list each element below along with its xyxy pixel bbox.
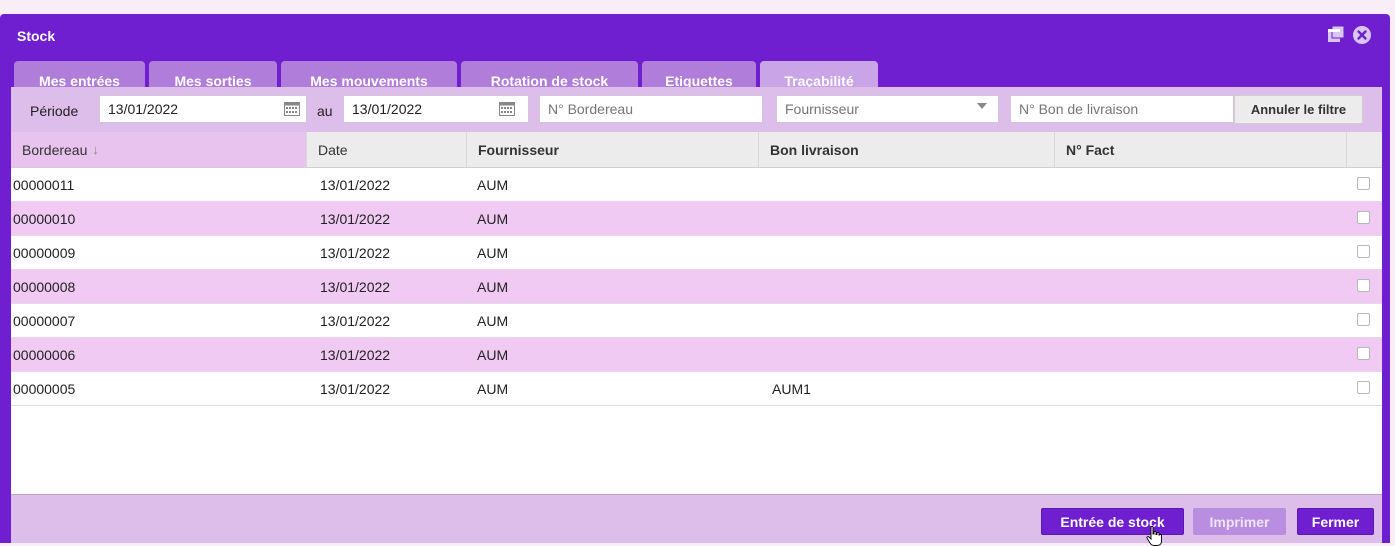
col-label: Date [318, 141, 348, 158]
content-panel: Période 13/01/2022 au 13/01/2022 N° Bord… [11, 87, 1382, 529]
clear-filter-button[interactable]: Annuler le filtre [1234, 95, 1363, 124]
cell-date: 13/01/2022 [320, 381, 391, 397]
cell-date: 13/01/2022 [320, 245, 391, 261]
table-row[interactable]: 00000010 13/01/2022 AUM [11, 202, 1382, 236]
table-row[interactable]: 00000005 13/01/2022 AUM AUM1 [11, 372, 1382, 406]
fermer-button[interactable]: Fermer [1297, 508, 1374, 535]
table-row[interactable]: 00000006 13/01/2022 AUM [11, 338, 1382, 372]
table-header: Bordereau ↓ Date Fournisseur Bon livrais… [11, 132, 1382, 168]
cell-fournisseur: AUM [477, 245, 509, 261]
bon-livraison-input[interactable]: N° Bon de livraison [1010, 95, 1234, 123]
window-title: Stock [17, 28, 56, 44]
cell-fournisseur: AUM [477, 177, 509, 193]
col-fournisseur[interactable]: Fournisseur [467, 132, 759, 167]
cell-date: 13/01/2022 [320, 211, 391, 227]
bordereau-input[interactable]: N° Bordereau [539, 95, 763, 123]
cell-date: 13/01/2022 [320, 279, 391, 295]
cell-bordereau: 00000006 [13, 347, 76, 363]
cell-fournisseur: AUM [477, 381, 509, 397]
row-checkbox[interactable] [1357, 245, 1370, 258]
row-checkbox[interactable] [1357, 211, 1370, 224]
cell-bordereau: 00000008 [13, 279, 76, 295]
title-bar: Stock [0, 14, 1390, 58]
cell-fournisseur: AUM [477, 347, 509, 363]
arrow-down-icon: ↓ [92, 142, 99, 157]
col-bon-livraison[interactable]: Bon livraison [759, 132, 1055, 167]
entree-de-stock-button[interactable]: Entrée de stock [1041, 508, 1184, 535]
close-window-icon[interactable] [1352, 25, 1372, 45]
cell-date: 13/01/2022 [320, 177, 391, 193]
au-label: au [317, 103, 333, 119]
footer-bar: Entrée de stock Imprimer Fermer [11, 494, 1382, 543]
chevron-down-icon[interactable] [977, 102, 987, 110]
table-row[interactable]: 00000007 13/01/2022 AUM [11, 304, 1382, 338]
cell-bordereau: 00000005 [13, 381, 76, 397]
hand-cursor-icon [1146, 526, 1162, 546]
calendar-icon[interactable] [284, 102, 300, 116]
cell-date: 13/01/2022 [320, 347, 391, 363]
row-checkbox[interactable] [1357, 279, 1370, 292]
cell-bordereau: 00000009 [13, 245, 76, 261]
date-from-input[interactable]: 13/01/2022 [99, 95, 307, 123]
restore-window-icon[interactable] [1327, 25, 1345, 43]
row-checkbox[interactable] [1357, 381, 1370, 394]
table-body: 00000011 13/01/2022 AUM 00000010 13/01/2… [11, 168, 1382, 406]
cell-bordereau: 00000011 [13, 177, 75, 193]
table-row[interactable]: 00000011 13/01/2022 AUM [11, 168, 1382, 202]
col-n-fact[interactable]: N° Fact [1055, 132, 1347, 167]
filter-bar: Période 13/01/2022 au 13/01/2022 N° Bord… [11, 87, 1382, 132]
row-checkbox[interactable] [1357, 347, 1370, 360]
col-label: Bon livraison [770, 141, 859, 158]
col-bordereau[interactable]: Bordereau ↓ [11, 132, 307, 167]
col-label: N° Fact [1066, 141, 1115, 158]
table-row[interactable]: 00000009 13/01/2022 AUM [11, 236, 1382, 270]
cell-fournisseur: AUM [477, 211, 509, 227]
cell-fournisseur: AUM [477, 313, 509, 329]
cell-fournisseur: AUM [477, 279, 509, 295]
col-select [1347, 132, 1382, 167]
table-row[interactable]: 00000008 13/01/2022 AUM [11, 270, 1382, 304]
cell-bon-livraison: AUM1 [772, 381, 811, 397]
fournisseur-select[interactable]: Fournisseur [776, 95, 999, 123]
cell-date: 13/01/2022 [320, 313, 391, 329]
calendar-icon[interactable] [499, 102, 515, 116]
cell-bordereau: 00000007 [13, 313, 76, 329]
row-checkbox[interactable] [1357, 177, 1370, 190]
period-label: Période [30, 103, 79, 119]
imprimer-button: Imprimer [1193, 508, 1286, 535]
row-checkbox[interactable] [1357, 313, 1370, 326]
col-label: Fournisseur [478, 141, 559, 158]
col-label: Bordereau [22, 141, 88, 158]
cell-bordereau: 00000010 [13, 211, 76, 227]
col-date[interactable]: Date [307, 132, 467, 167]
